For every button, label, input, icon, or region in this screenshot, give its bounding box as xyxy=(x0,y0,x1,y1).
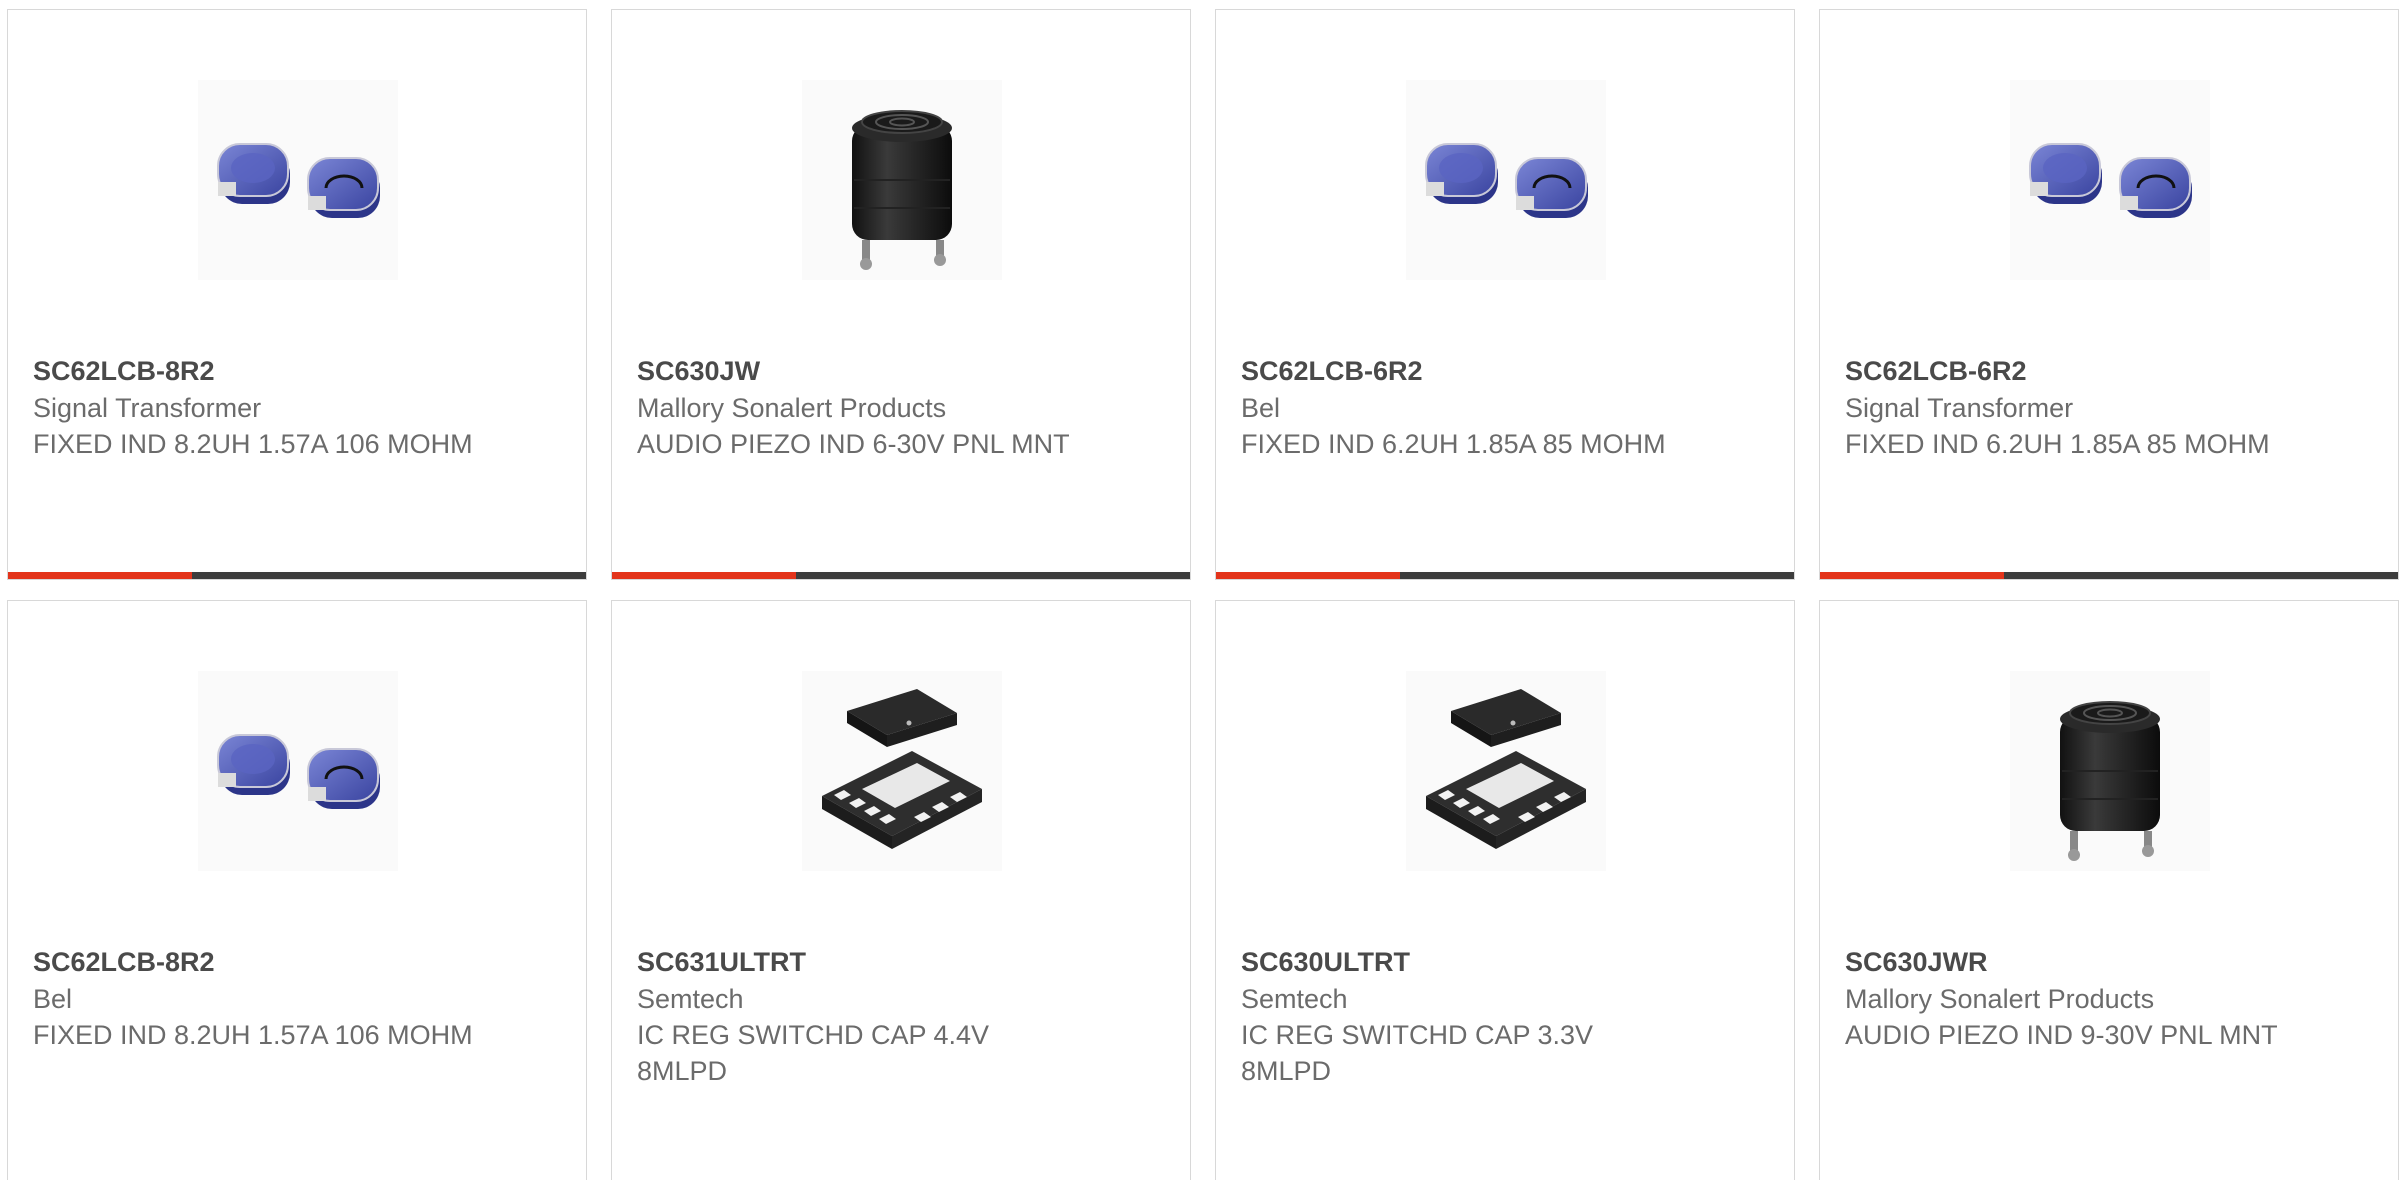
card-bottom-bar xyxy=(1820,572,2398,579)
product-card[interactable]: SC630ULTRT Semtech IC REG SWITCHD CAP 3.… xyxy=(1215,600,1795,1180)
card-bottom-bar xyxy=(8,572,586,579)
manufacturer: Signal Transformer xyxy=(33,393,262,423)
product-card[interactable]: SC630JW Mallory Sonalert Products AUDIO … xyxy=(611,9,1191,580)
part-number-link[interactable]: SC62LCB-6R2 xyxy=(1845,353,2285,390)
product-info: SC62LCB-8R2 Bel FIXED IND 8.2UH 1.57A 10… xyxy=(33,944,473,1053)
product-info: SC630ULTRT Semtech IC REG SWITCHD CAP 3.… xyxy=(1241,944,1681,1089)
card-bottom-bar xyxy=(612,572,1190,579)
product-info: SC630JW Mallory Sonalert Products AUDIO … xyxy=(637,353,1077,462)
product-card[interactable]: SC62LCB-6R2 Signal Transformer FIXED IND… xyxy=(1819,9,2399,580)
product-card[interactable]: SC62LCB-6R2 Bel FIXED IND 6.2UH 1.85A 85… xyxy=(1215,9,1795,580)
accent-bar xyxy=(1216,572,1400,579)
ic-package-icon[interactable] xyxy=(1406,671,1606,871)
description: FIXED IND 8.2UH 1.57A 106 MOHM xyxy=(33,1020,473,1050)
product-info: SC630JWR Mallory Sonalert Products AUDIO… xyxy=(1845,944,2285,1053)
inductor-pair-icon[interactable] xyxy=(198,80,398,280)
accent-bar xyxy=(612,572,796,579)
description: IC REG SWITCHD CAP 3.3V 8MLPD xyxy=(1241,1020,1594,1086)
description: AUDIO PIEZO IND 9-30V PNL MNT xyxy=(1845,1020,2278,1050)
accent-bar xyxy=(8,572,192,579)
description: FIXED IND 6.2UH 1.85A 85 MOHM xyxy=(1241,429,1666,459)
part-number-link[interactable]: SC62LCB-8R2 xyxy=(33,944,473,981)
manufacturer: Semtech xyxy=(1241,984,1348,1014)
ic-package-icon[interactable] xyxy=(802,671,1002,871)
piezo-buzzer-icon[interactable] xyxy=(802,80,1002,280)
manufacturer: Mallory Sonalert Products xyxy=(637,393,947,423)
piezo-buzzer-icon[interactable] xyxy=(2010,671,2210,871)
product-card[interactable]: SC62LCB-8R2 Bel FIXED IND 8.2UH 1.57A 10… xyxy=(7,600,587,1180)
product-info: SC62LCB-8R2 Signal Transformer FIXED IND… xyxy=(33,353,473,462)
inductor-pair-icon[interactable] xyxy=(2010,80,2210,280)
part-number-link[interactable]: SC62LCB-6R2 xyxy=(1241,353,1681,390)
product-info: SC62LCB-6R2 Bel FIXED IND 6.2UH 1.85A 85… xyxy=(1241,353,1681,462)
inductor-pair-icon[interactable] xyxy=(1406,80,1606,280)
part-number-link[interactable]: SC630JW xyxy=(637,353,1077,390)
part-number-link[interactable]: SC630JWR xyxy=(1845,944,2285,981)
accent-bar xyxy=(1820,572,2004,579)
manufacturer: Semtech xyxy=(637,984,744,1014)
product-card[interactable]: SC62LCB-8R2 Signal Transformer FIXED IND… xyxy=(7,9,587,580)
description: FIXED IND 8.2UH 1.57A 106 MOHM xyxy=(33,429,473,459)
manufacturer: Mallory Sonalert Products xyxy=(1845,984,2155,1014)
inductor-pair-icon[interactable] xyxy=(198,671,398,871)
manufacturer: Signal Transformer xyxy=(1845,393,2074,423)
card-bottom-bar xyxy=(1216,572,1794,579)
description: FIXED IND 6.2UH 1.85A 85 MOHM xyxy=(1845,429,2270,459)
part-number-link[interactable]: SC631ULTRT xyxy=(637,944,1077,981)
product-card[interactable]: SC630JWR Mallory Sonalert Products AUDIO… xyxy=(1819,600,2399,1180)
product-info: SC631ULTRT Semtech IC REG SWITCHD CAP 4.… xyxy=(637,944,1077,1089)
description: IC REG SWITCHD CAP 4.4V 8MLPD xyxy=(637,1020,990,1086)
product-card[interactable]: SC631ULTRT Semtech IC REG SWITCHD CAP 4.… xyxy=(611,600,1191,1180)
manufacturer: Bel xyxy=(1241,393,1281,423)
description: AUDIO PIEZO IND 6-30V PNL MNT xyxy=(637,429,1070,459)
product-grid: SC62LCB-8R2 Signal Transformer FIXED IND… xyxy=(0,0,2400,1180)
manufacturer: Bel xyxy=(33,984,73,1014)
part-number-link[interactable]: SC630ULTRT xyxy=(1241,944,1681,981)
part-number-link[interactable]: SC62LCB-8R2 xyxy=(33,353,473,390)
product-info: SC62LCB-6R2 Signal Transformer FIXED IND… xyxy=(1845,353,2285,462)
